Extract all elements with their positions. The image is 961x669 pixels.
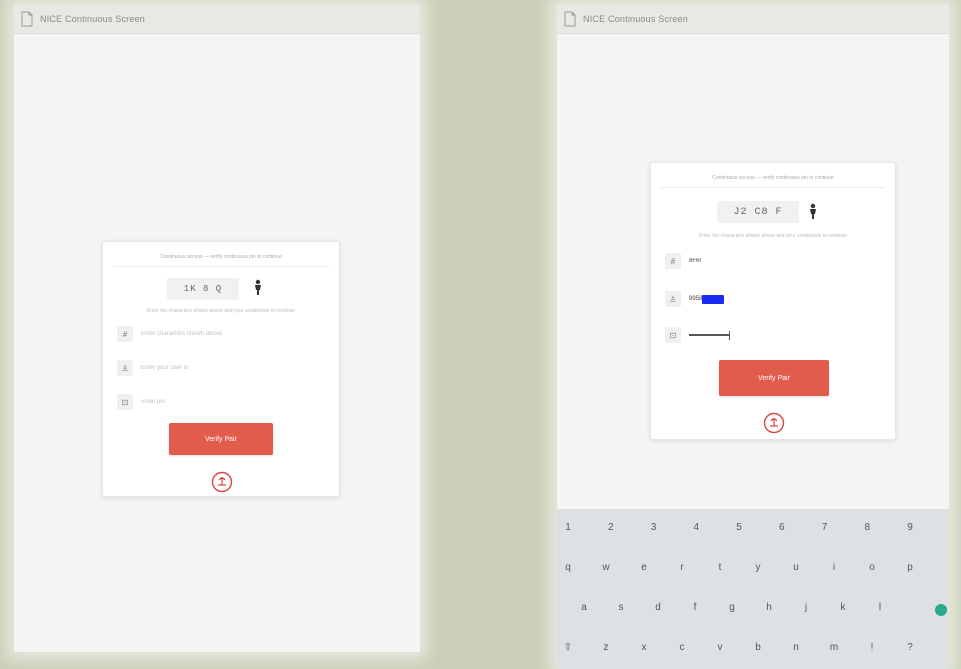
user-icon: ♙ xyxy=(665,291,681,307)
key[interactable]: l xyxy=(871,602,889,613)
key[interactable]: ? xyxy=(901,642,919,653)
lock-icon: ⊡ xyxy=(665,327,681,343)
window-title: NICE Continuous Screen xyxy=(583,13,688,24)
key[interactable]: o xyxy=(863,562,881,573)
key[interactable]: m xyxy=(825,642,843,653)
key[interactable]: e xyxy=(635,562,653,573)
key[interactable]: 9 xyxy=(901,522,919,533)
captcha-input[interactable] xyxy=(141,327,325,341)
verify-pair-button[interactable]: Verify Pair xyxy=(169,423,273,455)
selection-highlight xyxy=(702,294,725,304)
pin-field-row: ⊡ xyxy=(117,392,325,412)
window-title: NICE Continuous Screen xyxy=(40,13,145,24)
captcha-field-row: # xyxy=(665,251,881,271)
title-bar: NICE Continuous Screen xyxy=(14,4,420,34)
key[interactable]: p xyxy=(901,562,919,573)
instruction-text: Enter the characters shown above and you… xyxy=(146,308,296,314)
keyboard-row-2: a s d f g h j k l xyxy=(575,597,889,617)
key[interactable]: ! xyxy=(863,642,881,653)
user-id-field-row: ♙ 9958 xyxy=(665,289,881,309)
lock-icon: ⊡ xyxy=(117,394,133,410)
key[interactable]: x xyxy=(635,642,653,653)
masked-pin-value xyxy=(689,334,729,336)
pin-field-row: ⊡ xyxy=(665,325,881,345)
key[interactable]: h xyxy=(760,602,778,613)
keyboard-row-3: ⇧ z x c v b n m ! ? xyxy=(559,637,919,657)
key[interactable]: 8 xyxy=(858,522,876,533)
key[interactable]: s xyxy=(612,602,630,613)
title-bar: NICE Continuous Screen xyxy=(557,4,949,34)
key[interactable]: g xyxy=(723,602,741,613)
key[interactable]: j xyxy=(797,602,815,613)
person-icon[interactable] xyxy=(253,279,263,295)
key[interactable]: f xyxy=(686,602,704,613)
key[interactable]: u xyxy=(787,562,805,573)
card-header-note: Continuous access — verify continuous pi… xyxy=(113,248,329,267)
user-id-value: 9958 xyxy=(689,296,703,302)
shift-key[interactable]: ⇧ xyxy=(559,642,577,653)
key[interactable]: 2 xyxy=(602,522,620,533)
key[interactable]: 7 xyxy=(816,522,834,533)
verify-pair-button[interactable]: Verify Pair xyxy=(719,360,829,396)
captcha-image: J2 C8 F xyxy=(717,201,799,223)
key[interactable]: 4 xyxy=(687,522,705,533)
key[interactable]: q xyxy=(559,562,577,573)
instruction-text: Enter the characters shown above and you… xyxy=(698,233,848,239)
key[interactable]: w xyxy=(597,562,615,573)
keyboard-action-icon[interactable] xyxy=(935,604,947,616)
user-id-input[interactable] xyxy=(141,361,325,375)
keyboard-digit-row: 1 2 3 4 5 6 7 8 9 xyxy=(559,517,919,537)
person-icon[interactable] xyxy=(808,203,818,219)
key[interactable]: d xyxy=(649,602,667,613)
on-screen-keyboard: 1 2 3 4 5 6 7 8 9 q w e r t y u i o p a … xyxy=(557,509,949,669)
key[interactable]: n xyxy=(787,642,805,653)
key[interactable]: 1 xyxy=(559,522,577,533)
app-document-icon xyxy=(564,11,576,26)
app-document-icon xyxy=(21,11,33,26)
key[interactable]: k xyxy=(834,602,852,613)
key[interactable]: r xyxy=(673,562,691,573)
nic-logo-icon xyxy=(211,471,233,493)
right-tablet-screen: NICE Continuous Screen Continuous access… xyxy=(557,4,949,669)
keyboard-row-1: q w e r t y u i o p xyxy=(559,557,919,577)
card-header-note: Continuous access — verify continuous pi… xyxy=(661,169,885,188)
key[interactable]: c xyxy=(673,642,691,653)
key[interactable]: b xyxy=(749,642,767,653)
key[interactable]: i xyxy=(825,562,843,573)
user-id-input[interactable]: 9958 xyxy=(689,294,881,304)
captcha-field-row: # xyxy=(117,324,325,344)
key[interactable]: t xyxy=(711,562,729,573)
key[interactable]: v xyxy=(711,642,729,653)
pin-input[interactable] xyxy=(141,395,325,409)
user-id-field-row: ♙ xyxy=(117,358,325,378)
key[interactable]: 6 xyxy=(773,522,791,533)
hash-icon: # xyxy=(665,253,681,269)
captcha-input[interactable] xyxy=(689,254,881,268)
user-icon: ♙ xyxy=(117,360,133,376)
left-tablet-screen: NICE Continuous Screen Continuous access… xyxy=(14,4,420,652)
login-card: Continuous access — verify continuous pi… xyxy=(102,241,340,497)
pin-input[interactable] xyxy=(689,330,881,340)
nic-logo-icon xyxy=(763,412,785,434)
login-card: Continuous access — verify continuous pi… xyxy=(650,162,896,440)
key[interactable]: 3 xyxy=(645,522,663,533)
key[interactable]: 5 xyxy=(730,522,748,533)
key[interactable]: z xyxy=(597,642,615,653)
key[interactable]: y xyxy=(749,562,767,573)
captcha-image: 1K 8 Q xyxy=(167,278,239,300)
key[interactable]: a xyxy=(575,602,593,613)
text-cursor xyxy=(729,330,730,340)
hash-icon: # xyxy=(117,326,133,342)
